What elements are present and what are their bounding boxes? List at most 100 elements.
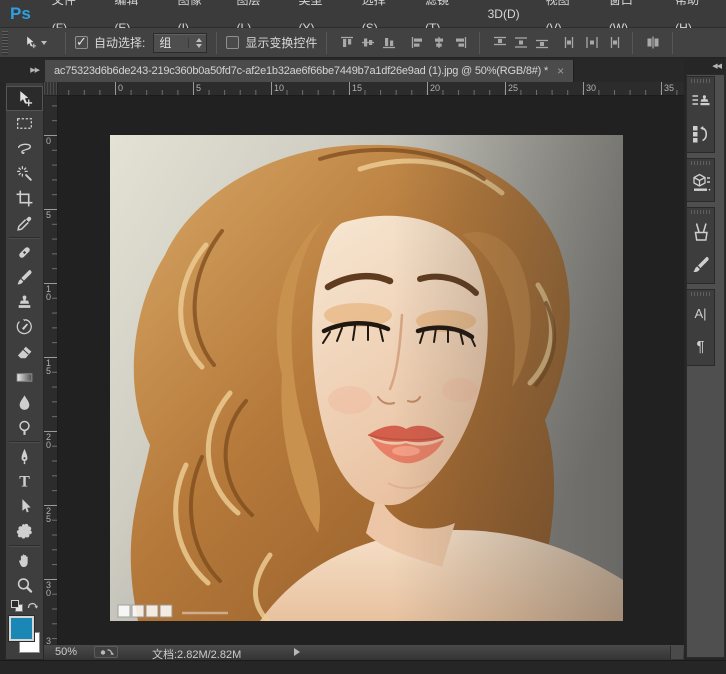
swap-colors-icon[interactable] [26,599,39,612]
path-selection-tool-icon [15,497,34,516]
history-panel-button[interactable] [687,117,714,150]
move-tool[interactable] [6,86,43,111]
svg-text:T: T [19,474,30,491]
align-right-edges-icon[interactable] [451,35,468,50]
blur-tool[interactable] [6,390,43,415]
lasso-tool[interactable] [6,136,43,161]
properties-panel-button[interactable] [687,166,714,199]
gradient-tool[interactable] [6,365,43,390]
dodge-tool[interactable] [6,415,43,440]
separator [9,441,40,443]
align-top-edges-icon[interactable] [338,35,355,50]
separator [672,32,673,54]
v-ruler-label: 5 [46,211,52,219]
foreground-color-swatch[interactable] [9,616,34,641]
window-bottom-strip [0,660,726,674]
gradient-tool-icon [15,368,34,387]
auto-select-checkbox[interactable] [75,36,88,49]
rectangular-marquee-tool[interactable] [6,111,43,136]
separator [216,32,217,54]
magic-wand-tool-icon [15,164,34,183]
path-selection-tool[interactable] [6,494,43,519]
show-transform-checkbox[interactable] [226,36,239,49]
auto-select-target-dropdown[interactable]: 组 [153,33,207,53]
align-bottom-edges-icon[interactable] [380,35,397,50]
canvas-image-portrait[interactable] [110,135,623,621]
eraser-tool-icon [15,343,34,362]
distribute-right-edges-icon[interactable] [604,35,621,50]
crop-tool-icon [15,189,34,208]
brush-presets-panel-button[interactable] [687,215,714,248]
eyedropper-tool[interactable] [6,211,43,236]
status-popup-arrow-icon[interactable] [294,648,300,656]
collapse-panels-button[interactable]: ◀◀ [684,58,726,74]
updown-arrows-icon [188,38,202,48]
panel-grip[interactable] [691,79,710,83]
h-ruler-label: 35 [664,83,674,93]
h-ruler-label: 15 [352,83,362,93]
spot-healing-brush-tool[interactable] [6,240,43,265]
menu-item-3d[interactable]: 3D(D) [475,0,533,28]
document-tab[interactable]: ac75323d6b6de243-219c360b0a50fd7c-af2e1b… [45,60,574,82]
custom-shape-tool-icon [15,522,34,541]
align-horizontal-centers-icon[interactable] [430,35,447,50]
align-left-edges-icon[interactable] [409,35,426,50]
eyedropper-tool-icon [15,214,34,233]
separator [632,32,633,54]
zoom-tool-icon [15,576,34,595]
tool-preset-picker[interactable] [14,32,56,54]
status-bar-grip [670,646,683,659]
pen-tool[interactable] [6,444,43,469]
eraser-tool[interactable] [6,340,43,365]
auto-align-layers-icon[interactable] [644,35,661,50]
options-bar: 自动选择: 组 显示变换控件 [0,28,726,58]
paragraph-panel-button[interactable]: ¶ [687,330,714,363]
history-brush-tool-icon [15,318,34,337]
vertical-ruler[interactable]: 0 5 10 15 20 25 30 35 [44,96,58,645]
crop-tool[interactable] [6,186,43,211]
character-panel-button[interactable]: A| [687,297,714,330]
h-ruler-label: 5 [196,83,201,93]
distribute-left-edges-icon[interactable] [562,35,579,50]
align-vertical-centers-icon[interactable] [359,35,376,50]
collapse-dock-icon: ◀◀ [712,62,721,70]
panel-group-source-history [686,76,715,153]
v-ruler-label: 25 [46,507,52,523]
horizontal-ruler[interactable]: 0 5 10 15 20 25 30 35 [58,82,684,96]
dodge-tool-icon [15,418,34,437]
brush-tool-icon [15,268,34,287]
panel-grip[interactable] [691,161,710,165]
left-dock-header[interactable]: ▶▶ [0,58,44,82]
show-transform-option[interactable]: 显示变换控件 [226,34,317,51]
panel-grip[interactable] [691,210,710,214]
clone-source-panel-button[interactable] [687,84,714,117]
character-panel-icon: A| [694,306,706,321]
distribute-vertical-centers-icon[interactable] [512,35,529,50]
close-tab-icon[interactable]: × [557,65,564,77]
options-bar-grip[interactable] [2,31,8,55]
history-brush-tool[interactable] [6,315,43,340]
type-tool[interactable]: T [6,469,43,494]
panel-grip[interactable] [691,292,710,296]
sync-gear-icon [99,648,114,657]
default-colors-icon[interactable] [11,600,23,612]
h-ruler-label: 20 [430,83,440,93]
panel-group-type: A| ¶ [686,289,715,366]
auto-select-option[interactable]: 自动选择: 组 [75,33,207,53]
distribute-bottom-edges-icon[interactable] [533,35,550,50]
custom-shape-tool[interactable] [6,519,43,544]
distribute-top-edges-icon[interactable] [491,35,508,50]
separator [9,237,40,239]
zoom-tool[interactable] [6,573,43,598]
lasso-tool-icon [15,139,34,158]
brush-panel-button[interactable] [687,248,714,281]
magic-wand-tool[interactable] [6,161,43,186]
clone-stamp-tool[interactable] [6,290,43,315]
distribute-horizontal-centers-icon[interactable] [583,35,600,50]
hand-tool[interactable] [6,548,43,573]
zoom-level-field[interactable]: 50% [55,646,77,658]
brush-tool[interactable] [6,265,43,290]
v-ruler-label: 15 [46,359,52,375]
menu-bar: Ps 文件(F) 编辑(E) 图像(I) 图层(L) 类型(Y) 选择(S) 滤… [0,0,726,28]
v-ruler-label: 0 [46,137,52,145]
